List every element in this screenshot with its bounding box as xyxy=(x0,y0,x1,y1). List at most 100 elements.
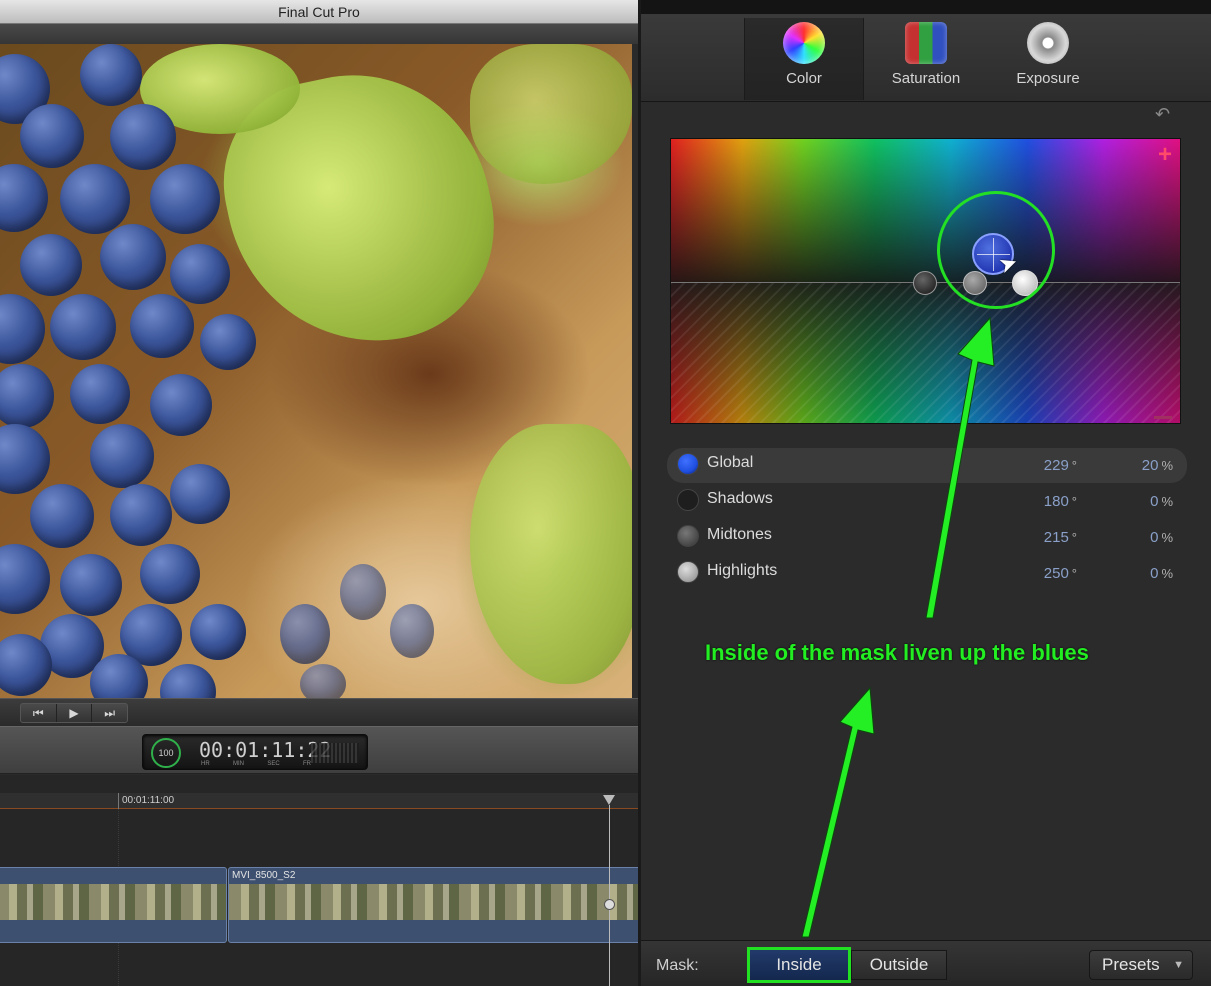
viewer-header xyxy=(0,24,638,44)
hue-value[interactable]: 250 ° xyxy=(1044,565,1077,582)
reset-icon[interactable]: ↶ xyxy=(1155,104,1170,125)
dashboard-bar: 100 00:01:11:22 HR MIN SEC FR xyxy=(0,726,638,774)
grape-graphic xyxy=(170,464,230,524)
hue-value[interactable]: 180 ° xyxy=(1044,493,1077,510)
unit-hr: HR xyxy=(201,761,210,767)
annotation-caption: Inside of the mask liven up the blues xyxy=(705,640,1089,665)
board-negative-area xyxy=(671,282,1180,423)
grape-graphic xyxy=(200,314,256,370)
amount-value[interactable]: 20% xyxy=(1142,457,1173,474)
timeline[interactable]: 00:01:11:00 MVI_8500_S2 xyxy=(0,775,642,986)
playhead-line[interactable] xyxy=(609,805,610,986)
video-viewer[interactable] xyxy=(0,44,632,698)
minus-icon xyxy=(1154,416,1172,419)
unit-min: MIN xyxy=(233,761,244,767)
unit-sec: SEC xyxy=(267,761,280,767)
grape-graphic xyxy=(20,104,84,168)
transport-bar: ⏮ ▶ ⏭ xyxy=(0,698,638,726)
grape-graphic xyxy=(90,424,154,488)
tab-saturation[interactable]: Saturation xyxy=(866,18,986,100)
dropdown-arrow-icon: ▼ xyxy=(1173,959,1184,971)
grape-graphic xyxy=(160,664,216,698)
grape-graphic xyxy=(80,44,142,106)
play-button[interactable]: ▶ xyxy=(57,704,93,722)
grape-graphic xyxy=(0,364,54,428)
timeline-clip[interactable] xyxy=(0,867,227,943)
color-board-tabs: Color Saturation Exposure xyxy=(641,14,1211,102)
audio-meter-graphic xyxy=(311,743,359,763)
skimmer-dot xyxy=(604,899,615,910)
mask-bar: Mask: Inside Outside Presets ▼ xyxy=(641,940,1211,986)
timeline-clip[interactable]: MVI_8500_S2 xyxy=(228,867,642,943)
mask-outside-button[interactable]: Outside xyxy=(851,950,947,980)
grape-graphic xyxy=(110,484,172,546)
mask-inside-button[interactable]: Inside xyxy=(747,947,851,983)
color-board-inspector: Color Saturation Exposure ↶ + ➤ Global 2… xyxy=(638,0,1211,986)
grape-graphic xyxy=(140,544,200,604)
puck-controls-list: Global 229 ° 20% Shadows 180 ° 0% Midtones… xyxy=(667,448,1187,592)
shadows-puck[interactable] xyxy=(913,271,937,295)
unit-fr: FR xyxy=(303,761,311,767)
control-name: Midtones xyxy=(707,526,772,543)
saturation-icon xyxy=(905,22,947,64)
go-to-end-button[interactable]: ⏭ xyxy=(92,704,127,722)
amount-value[interactable]: 0% xyxy=(1150,529,1173,546)
control-name: Highlights xyxy=(707,562,778,579)
grape-graphic xyxy=(60,554,122,616)
control-row-highlights[interactable]: Highlights 250 ° 0% xyxy=(667,556,1187,591)
leaf-graphic xyxy=(470,44,632,184)
timeline-ruler[interactable]: 00:01:11:00 xyxy=(0,793,638,809)
grape-graphic xyxy=(390,604,434,658)
grape-graphic xyxy=(0,164,48,232)
tab-saturation-label: Saturation xyxy=(891,70,961,87)
grape-graphic xyxy=(170,244,230,304)
ruler-timecode-label: 00:01:11:00 xyxy=(122,795,175,806)
timecode-display[interactable]: 100 00:01:11:22 HR MIN SEC FR xyxy=(142,734,368,770)
ruler-tick xyxy=(118,793,119,809)
color-wheel-icon xyxy=(783,22,825,64)
clip-name: MVI_8500_S2 xyxy=(232,870,296,881)
amount-value[interactable]: 0% xyxy=(1150,493,1173,510)
tab-color-label: Color xyxy=(786,70,822,87)
presets-button[interactable]: Presets ▼ xyxy=(1089,950,1193,980)
control-name: Shadows xyxy=(707,490,773,507)
exposure-icon xyxy=(1027,22,1069,64)
tab-exposure-label: Exposure xyxy=(1016,70,1080,87)
inspector-top-strip xyxy=(641,0,1211,14)
tab-exposure[interactable]: Exposure xyxy=(988,18,1108,100)
grape-graphic xyxy=(110,104,176,170)
grape-graphic xyxy=(280,604,330,664)
highlight-circle-annotation xyxy=(937,191,1055,309)
control-row-global[interactable]: Global 229 ° 20% xyxy=(667,448,1187,483)
global-swatch-icon xyxy=(677,453,699,475)
grape-graphic xyxy=(0,544,50,614)
midtones-swatch-icon xyxy=(677,525,699,547)
grape-graphic xyxy=(20,234,82,296)
grape-graphic xyxy=(150,374,212,436)
tab-color[interactable]: Color xyxy=(744,18,864,100)
board-positive-area xyxy=(671,139,1180,282)
go-to-start-button[interactable]: ⏮ xyxy=(21,704,57,722)
control-name: Global xyxy=(707,454,754,471)
hue-value[interactable]: 229 ° xyxy=(1044,457,1077,474)
control-row-shadows[interactable]: Shadows 180 ° 0% xyxy=(667,484,1187,519)
clip-filmstrip xyxy=(0,884,226,920)
presets-label: Presets xyxy=(1102,955,1160,974)
grape-graphic xyxy=(340,564,386,620)
playhead-marker[interactable] xyxy=(603,795,615,805)
grape-graphic xyxy=(60,164,130,234)
shadows-swatch-icon xyxy=(677,489,699,511)
control-row-midtones[interactable]: Midtones 215 ° 0% xyxy=(667,520,1187,555)
grape-graphic xyxy=(0,294,45,364)
mask-label: Mask: xyxy=(656,957,699,974)
grape-graphic xyxy=(300,664,346,698)
zoom-level-indicator: 100 xyxy=(151,738,181,768)
color-board[interactable]: + ➤ xyxy=(670,138,1181,424)
main-window: Final Cut Pro ⏮ ▶ ⏭ 100 00:01:11:22 HR M… xyxy=(0,0,642,986)
grape-graphic xyxy=(0,424,50,494)
grape-graphic xyxy=(150,164,220,234)
highlights-swatch-icon xyxy=(677,561,699,583)
hue-value[interactable]: 215 ° xyxy=(1044,529,1077,546)
grape-graphic xyxy=(70,364,130,424)
amount-value[interactable]: 0% xyxy=(1150,565,1173,582)
